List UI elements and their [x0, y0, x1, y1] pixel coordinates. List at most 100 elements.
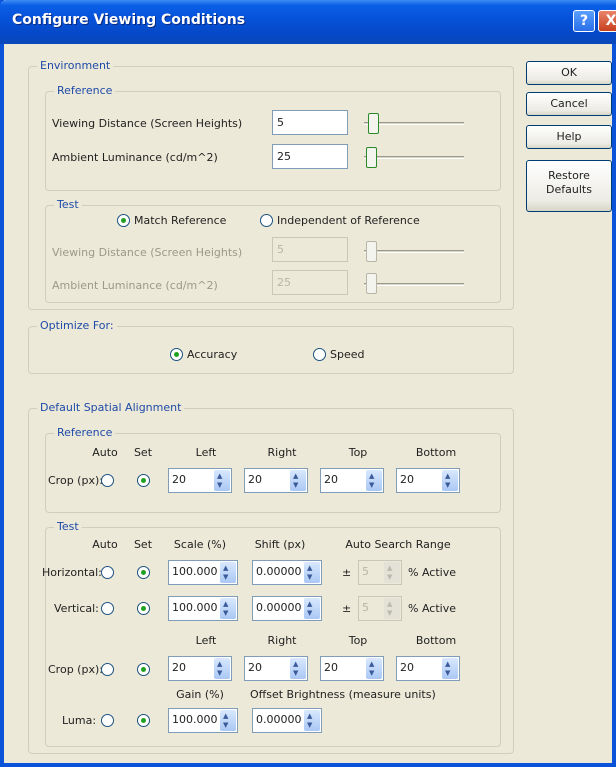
test-col-gain: Gain (%)	[176, 688, 224, 701]
accuracy-radio[interactable]	[170, 348, 183, 361]
ref-col-right: Right	[267, 446, 297, 459]
speed-radio[interactable]	[313, 348, 326, 361]
align-reference-group: Reference Auto Set Left Right Top Bottom…	[45, 426, 501, 513]
ref-col-top: Top	[348, 446, 368, 459]
ref-viewing-distance-input[interactable]: 5	[272, 110, 348, 135]
match-reference-label[interactable]: Match Reference	[134, 214, 226, 227]
horizontal-auto-radio[interactable]	[101, 566, 114, 579]
luma-auto-radio[interactable]	[101, 714, 114, 727]
ref-col-auto: Auto	[92, 446, 118, 459]
vertical-auto-radio[interactable]	[101, 602, 114, 615]
ref-crop-right-value: 20	[248, 473, 262, 486]
test-crop-top-spinner[interactable]: 20 ▲ ▼	[320, 656, 384, 681]
speed-label[interactable]: Speed	[330, 348, 364, 361]
luma-gain-spinner[interactable]: 100.000 ▲ ▼	[168, 708, 238, 733]
test-col-top: Top	[348, 634, 368, 647]
horizontal-shift-spinner[interactable]: 0.00000 ▲ ▼	[252, 560, 322, 585]
ref-ambient-luminance-slider[interactable]	[366, 147, 377, 168]
horizontal-shift-value: 0.00000	[256, 565, 302, 578]
test-crop-top-spin-buttons[interactable]: ▲ ▼	[366, 658, 382, 679]
ref-crop-top-spinner[interactable]: 20 ▲ ▼	[320, 468, 384, 493]
test-crop-right-spin-buttons[interactable]: ▲ ▼	[290, 658, 306, 679]
environment-label: Environment	[37, 59, 114, 72]
test-col-set: Set	[133, 538, 153, 551]
env-reference-label: Reference	[54, 84, 116, 97]
independent-reference-label[interactable]: Independent of Reference	[277, 214, 420, 227]
test-ambient-luminance-input[interactable]: 25	[272, 270, 348, 295]
test-crop-label: Crop (px):	[48, 663, 103, 676]
ref-crop-left-spinner[interactable]: 20 ▲ ▼	[168, 468, 232, 493]
horizontal-range-spinner[interactable]: 5 ▲ ▼	[358, 560, 402, 585]
vertical-shift-spinner[interactable]: 0.00000 ▲ ▼	[252, 596, 322, 621]
ref-ambient-luminance-slider-track[interactable]	[364, 156, 464, 159]
ref-crop-left-spin-buttons[interactable]: ▲ ▼	[214, 470, 230, 491]
help-titlebar-button[interactable]: ?	[573, 10, 595, 32]
horizontal-shift-spin-buttons[interactable]: ▲ ▼	[304, 562, 320, 583]
horizontal-scale-value: 100.000	[172, 565, 218, 578]
test-crop-right-spinner[interactable]: 20 ▲ ▼	[244, 656, 308, 681]
ref-crop-bottom-spinner[interactable]: 20 ▲ ▼	[396, 468, 460, 493]
ref-crop-top-value: 20	[324, 473, 338, 486]
ref-viewing-distance-slider[interactable]	[368, 113, 379, 134]
vertical-range-spin-buttons[interactable]: ▲ ▼	[384, 598, 400, 619]
test-viewing-distance-slider[interactable]	[366, 241, 377, 262]
test-col-bottom: Bottom	[415, 634, 457, 647]
test-ambient-luminance-slider[interactable]	[366, 273, 377, 294]
test-crop-bottom-spinner[interactable]: 20 ▲ ▼	[396, 656, 460, 681]
ok-button[interactable]: OK	[526, 61, 612, 85]
restore-defaults-button[interactable]: Restore Defaults	[526, 160, 612, 212]
ref-crop-right-spin-buttons[interactable]: ▲ ▼	[290, 470, 306, 491]
ref-crop-set-radio[interactable]	[137, 474, 150, 487]
ref-ambient-luminance-input[interactable]: 25	[272, 144, 348, 169]
luma-label: Luma:	[62, 714, 97, 727]
ref-crop-auto-radio[interactable]	[101, 474, 114, 487]
vertical-range-spinner[interactable]: 5 ▲ ▼	[358, 596, 402, 621]
horizontal-scale-spinner[interactable]: 100.000 ▲ ▼	[168, 560, 238, 585]
ref-viewing-distance-slider-track[interactable]	[364, 122, 464, 125]
vertical-scale-spin-buttons[interactable]: ▲ ▼	[220, 598, 236, 619]
vertical-active-label: % Active	[408, 602, 456, 615]
match-reference-radio[interactable]	[117, 214, 130, 227]
luma-offset-spinner[interactable]: 0.00000 ▲ ▼	[252, 708, 322, 733]
environment-group: Environment Reference Viewing Distance (…	[28, 59, 514, 310]
cancel-button[interactable]: Cancel	[526, 92, 612, 116]
horizontal-scale-spin-buttons[interactable]: ▲ ▼	[220, 562, 236, 583]
test-viewing-distance-label: Viewing Distance (Screen Heights)	[52, 246, 243, 259]
test-viewing-distance-input[interactable]: 5	[272, 237, 348, 262]
ref-crop-top-spin-buttons[interactable]: ▲ ▼	[366, 470, 382, 491]
test-crop-set-radio[interactable]	[137, 663, 150, 676]
ref-crop-bottom-spin-buttons[interactable]: ▲ ▼	[442, 470, 458, 491]
horizontal-range-value: 5	[362, 565, 369, 578]
help-button[interactable]: Help	[526, 125, 612, 149]
vertical-scale-spinner[interactable]: 100.000 ▲ ▼	[168, 596, 238, 621]
horizontal-range-spin-buttons[interactable]: ▲ ▼	[384, 562, 400, 583]
independent-reference-radio[interactable]	[260, 214, 273, 227]
test-crop-bottom-spin-buttons[interactable]: ▲ ▼	[442, 658, 458, 679]
test-crop-auto-radio[interactable]	[101, 663, 114, 676]
luma-offset-spin-buttons[interactable]: ▲ ▼	[304, 710, 320, 731]
window-title: Configure Viewing Conditions	[12, 12, 246, 28]
ref-crop-right-spinner[interactable]: 20 ▲ ▼	[244, 468, 308, 493]
luma-set-radio[interactable]	[137, 714, 150, 727]
test-crop-top-value: 20	[324, 661, 338, 674]
vertical-plus-minus: ±	[342, 602, 352, 615]
title-bar[interactable]: Configure Viewing Conditions ? X	[0, 0, 616, 44]
luma-gain-spin-buttons[interactable]: ▲ ▼	[220, 710, 236, 731]
accuracy-label[interactable]: Accuracy	[187, 348, 237, 361]
ref-crop-left-value: 20	[172, 473, 186, 486]
test-crop-bottom-value: 20	[400, 661, 414, 674]
ref-col-left: Left	[195, 446, 217, 459]
test-crop-left-spin-buttons[interactable]: ▲ ▼	[214, 658, 230, 679]
horizontal-set-radio[interactable]	[137, 566, 150, 579]
vertical-set-radio[interactable]	[137, 602, 150, 615]
test-col-offset: Offset Brightness (measure units)	[250, 688, 436, 701]
test-crop-left-value: 20	[172, 661, 186, 674]
test-ambient-luminance-slider-track[interactable]	[364, 283, 464, 286]
test-ambient-luminance-label: Ambient Luminance (cd/m^2)	[52, 279, 218, 292]
test-col-search: Auto Search Range	[345, 538, 451, 551]
close-button[interactable]: X	[598, 10, 616, 32]
test-viewing-distance-slider-track[interactable]	[364, 250, 464, 253]
vertical-shift-spin-buttons[interactable]: ▲ ▼	[304, 598, 320, 619]
optimize-label: Optimize For:	[37, 319, 117, 332]
test-crop-left-spinner[interactable]: 20 ▲ ▼	[168, 656, 232, 681]
